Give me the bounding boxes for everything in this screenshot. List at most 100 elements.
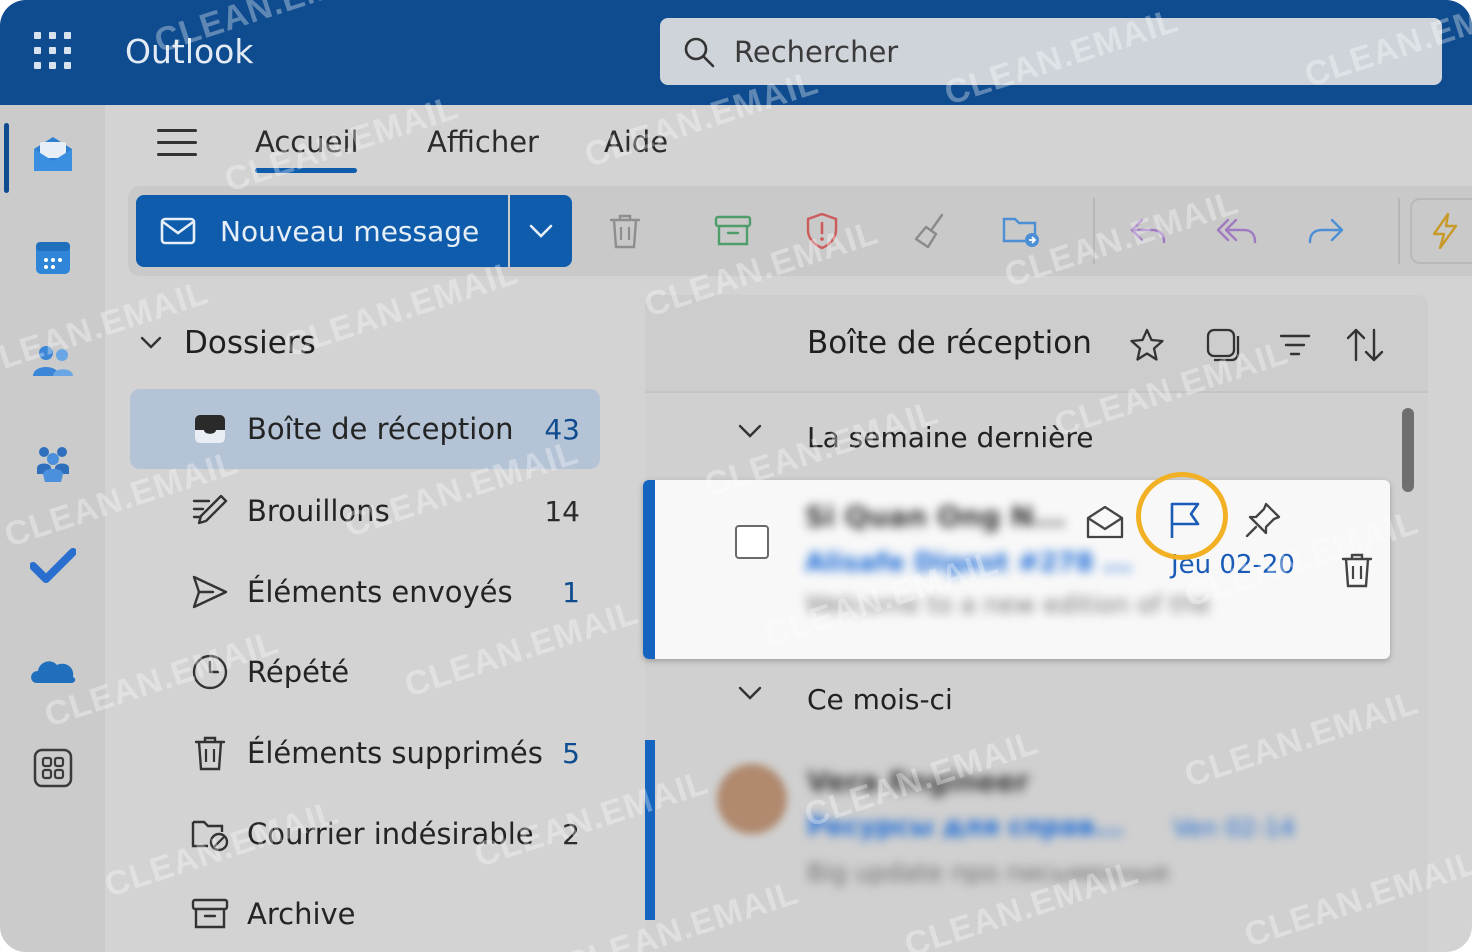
message-preview: Big update про письменные <box>807 858 1170 887</box>
pin-button[interactable] <box>1241 498 1285 542</box>
tab-help[interactable]: Aide <box>604 125 668 159</box>
lightning-icon <box>1432 212 1458 250</box>
folder-inbox[interactable]: Boîte de réception 43 <box>130 389 600 469</box>
drafts-icon <box>190 491 230 531</box>
flag-highlight-ring <box>1136 472 1228 560</box>
message-list-header: Boîte de réception <box>645 295 1428 393</box>
message-preview: Welcome to a new edition of the <box>805 590 1211 619</box>
groups-app-icon[interactable] <box>28 439 78 489</box>
message-checkbox[interactable] <box>735 525 769 559</box>
folder-label: Archive <box>247 897 356 931</box>
move-button[interactable] <box>998 208 1044 254</box>
folder-count: 5 <box>562 736 580 770</box>
app-title: Outlook <box>125 32 254 71</box>
folder-count: 14 <box>544 494 580 528</box>
folder-deleted[interactable]: Éléments supprimés 5 <box>130 713 600 793</box>
folder-sent[interactable]: Éléments envoyés 1 <box>130 552 600 632</box>
junk-icon <box>190 814 230 854</box>
new-message-button[interactable]: Nouveau message <box>136 195 508 267</box>
forward-icon <box>1308 218 1344 244</box>
folder-label: Répété <box>247 655 350 689</box>
reply-button[interactable] <box>1125 208 1171 254</box>
folder-count: 2 <box>562 817 580 851</box>
folder-archive[interactable]: Archive <box>130 874 600 952</box>
inbox-icon <box>190 409 230 449</box>
scrollbar-thumb[interactable] <box>1402 408 1414 492</box>
tab-view[interactable]: Afficher <box>427 125 539 159</box>
message-date: Ven 02-14 <box>1173 814 1295 842</box>
sort-icon[interactable] <box>1345 325 1385 365</box>
search-placeholder: Rechercher <box>734 34 899 69</box>
folder-junk[interactable]: Courrier indésirable 2 <box>130 794 600 874</box>
onedrive-app-icon[interactable] <box>28 645 78 695</box>
mail-app-icon[interactable] <box>28 129 78 179</box>
chevron-down-icon <box>738 686 762 700</box>
new-message-label: Nouveau message <box>220 214 480 248</box>
move-folder-icon <box>1002 217 1039 247</box>
group-header-last-week[interactable]: La semaine dernière <box>645 407 1405 467</box>
unread-indicator <box>645 740 655 920</box>
folder-label: Éléments envoyés <box>247 575 513 609</box>
app-rail <box>0 105 105 952</box>
more-apps-icon[interactable] <box>28 743 78 793</box>
sweep-button[interactable] <box>908 208 954 254</box>
new-message-dropdown[interactable] <box>510 195 572 267</box>
reply-all-button[interactable] <box>1214 208 1260 254</box>
quick-steps-button[interactable] <box>1410 198 1472 264</box>
archive-icon <box>190 894 230 934</box>
avatar <box>717 764 787 834</box>
trash-icon <box>190 733 230 773</box>
message-sender: Vera Engineer <box>807 765 1030 798</box>
folder-label: Courrier indésirable <box>247 817 534 851</box>
nav-tabs: Accueil Afficher Aide <box>105 105 1472 185</box>
group-label: La semaine dernière <box>807 420 1094 454</box>
sent-icon <box>190 572 230 612</box>
mark-read-button[interactable] <box>1083 500 1127 544</box>
chevron-down-icon <box>140 336 162 349</box>
search-box[interactable]: Rechercher <box>660 18 1442 85</box>
ribbon-toolbar: Nouveau message <box>128 186 1472 276</box>
folders-title: Dossiers <box>184 325 316 361</box>
todo-app-icon[interactable] <box>28 541 78 591</box>
group-label: Ce mois-ci <box>807 682 953 716</box>
message-subject: Alisafe Digest #278 ... <box>805 548 1133 578</box>
select-mode-icon[interactable] <box>1203 325 1243 365</box>
folder-snoozed[interactable]: Répété <box>130 632 600 712</box>
menu-icon[interactable] <box>157 129 197 159</box>
search-icon <box>684 37 715 67</box>
open-envelope-icon <box>1086 505 1124 539</box>
folder-drafts[interactable]: Brouillons 14 <box>130 471 600 551</box>
folders-header[interactable]: Dossiers <box>140 325 316 361</box>
clock-icon <box>190 652 230 692</box>
tab-active-indicator <box>255 168 357 173</box>
trash-icon <box>1341 553 1373 588</box>
calendar-app-icon[interactable] <box>28 233 78 283</box>
group-header-this-month[interactable]: Ce mois-ci <box>645 669 1405 729</box>
people-app-icon[interactable] <box>28 337 78 387</box>
message-sender: Si Quan Ong N... <box>805 500 1066 533</box>
message-item-selected[interactable]: Si Quan Ong N... Alisafe Digest #278 ...… <box>643 480 1390 659</box>
sweep-icon <box>914 213 944 249</box>
archive-button[interactable] <box>710 208 756 254</box>
app-launcher-icon[interactable] <box>34 32 72 70</box>
delete-message-button[interactable] <box>1335 548 1379 592</box>
tab-home[interactable]: Accueil <box>255 125 359 159</box>
report-button[interactable] <box>799 208 845 254</box>
message-item[interactable]: Vera Engineer Ресурсы для справ... Ven 0… <box>645 740 1390 920</box>
delete-button[interactable] <box>602 208 648 254</box>
outlook-window: Outlook Rechercher Accueil Afficher Aide… <box>0 0 1472 952</box>
folder-label: Brouillons <box>247 494 390 528</box>
top-bar: Outlook Rechercher <box>0 0 1472 105</box>
rail-active-indicator <box>4 123 9 193</box>
chevron-down-icon <box>529 224 553 238</box>
trash-icon <box>609 214 641 249</box>
reply-all-icon <box>1216 218 1257 244</box>
ribbon-separator <box>1093 198 1095 264</box>
forward-button[interactable] <box>1303 208 1349 254</box>
archive-icon <box>714 215 752 246</box>
pin-icon <box>1245 502 1281 538</box>
favorite-star-icon[interactable] <box>1127 325 1167 365</box>
message-list-title: Boîte de réception <box>807 325 1092 361</box>
message-subject: Ресурсы для справ... <box>807 812 1125 842</box>
filter-icon[interactable] <box>1275 325 1315 365</box>
